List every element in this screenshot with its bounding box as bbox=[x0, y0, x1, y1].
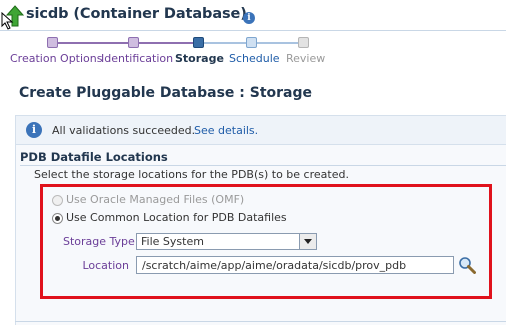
location-label: Location bbox=[82, 259, 129, 272]
common-location-radio[interactable] bbox=[52, 213, 63, 224]
train-label-storage: Storage bbox=[175, 52, 224, 65]
train-label-schedule[interactable]: Schedule bbox=[229, 52, 280, 65]
chevron-down-icon[interactable] bbox=[299, 234, 316, 249]
info-bar: i All validations succeeded. See details… bbox=[15, 115, 506, 145]
train-stop-storage bbox=[193, 37, 204, 48]
location-value: /scratch/aime/app/aime/oradata/sicdb/pro… bbox=[142, 259, 407, 272]
search-icon[interactable] bbox=[458, 256, 476, 274]
train-label-identification[interactable]: Identification bbox=[101, 52, 173, 65]
storage-type-label: Storage Type bbox=[63, 235, 135, 248]
omf-radio-label: Use Oracle Managed Files (OMF) bbox=[66, 193, 245, 206]
page-header-title: sicdb (Container Database) bbox=[26, 6, 247, 22]
section-instructions: Select the storage locations for the PDB… bbox=[34, 168, 349, 181]
information-icon: i bbox=[26, 122, 42, 138]
omf-radio bbox=[52, 195, 63, 206]
mouse-cursor-icon bbox=[1, 12, 14, 30]
bottom-divider bbox=[15, 321, 506, 322]
train-line-visited bbox=[52, 42, 200, 44]
validation-message: All validations succeeded. bbox=[52, 124, 196, 137]
section-divider bbox=[20, 165, 506, 166]
section-title: PDB Datafile Locations bbox=[20, 150, 168, 164]
common-location-radio-label[interactable]: Use Common Location for PDB Datafiles bbox=[66, 211, 287, 224]
info-icon[interactable]: i bbox=[243, 12, 255, 24]
train-stop-creation-options[interactable] bbox=[47, 37, 58, 48]
train-stop-schedule[interactable] bbox=[246, 37, 257, 48]
storage-type-value: File System bbox=[141, 235, 204, 248]
train-label-review: Review bbox=[286, 52, 326, 65]
train-label-creation-options[interactable]: Creation Options bbox=[10, 52, 102, 65]
page-title: Create Pluggable Database : Storage bbox=[19, 85, 313, 101]
page-header: sicdb (Container Database) i bbox=[0, 0, 506, 31]
wizard-train: Creation Options Identification Storage … bbox=[0, 31, 506, 71]
train-stop-review bbox=[298, 37, 309, 48]
location-input[interactable]: /scratch/aime/app/aime/oradata/sicdb/pro… bbox=[136, 256, 454, 274]
train-stop-identification[interactable] bbox=[128, 37, 139, 48]
storage-type-select[interactable]: File System bbox=[136, 233, 317, 250]
see-details-link[interactable]: See details. bbox=[194, 124, 258, 137]
